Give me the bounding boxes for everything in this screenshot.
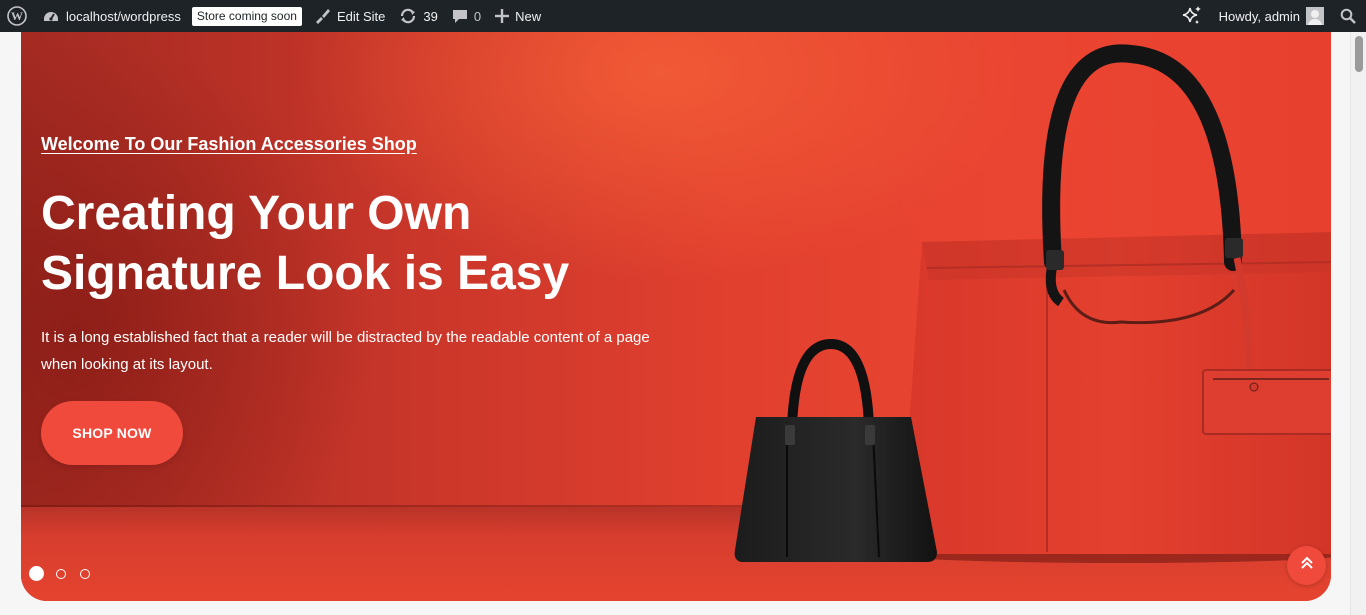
dashboard-icon bbox=[42, 7, 60, 25]
brush-icon bbox=[313, 7, 331, 25]
slider-dot-3[interactable] bbox=[80, 568, 90, 579]
comment-icon bbox=[452, 8, 468, 24]
sparkle-icon bbox=[1181, 5, 1203, 27]
headline-line-2: Signature Look is Easy bbox=[41, 247, 570, 300]
site-url-text: localhost/wordpress bbox=[66, 8, 181, 24]
hero-description: It is a long established fact that a rea… bbox=[41, 329, 650, 373]
scrollbar-thumb[interactable] bbox=[1355, 36, 1363, 72]
scroll-to-top-button[interactable] bbox=[1287, 546, 1326, 585]
welcome-link[interactable]: Welcome To Our Fashion Accessories Shop bbox=[41, 134, 417, 155]
updates-icon bbox=[399, 7, 417, 25]
new-label: New bbox=[515, 8, 542, 24]
site-name-link[interactable]: localhost/wordpress bbox=[35, 0, 188, 32]
handbags-image bbox=[734, 44, 1331, 563]
my-account-menu[interactable]: Howdy, admin bbox=[1215, 0, 1334, 32]
new-content-link[interactable]: New bbox=[488, 0, 548, 32]
admin-bar: W localhost/wordpress Store coming soon … bbox=[0, 0, 1366, 32]
updates-count: 39 bbox=[423, 8, 438, 24]
slider-dot-2[interactable] bbox=[56, 568, 66, 579]
search-icon bbox=[1340, 8, 1356, 24]
wordpress-menu[interactable]: W bbox=[0, 0, 35, 32]
slider-pagination bbox=[29, 566, 104, 581]
updates-link[interactable]: 39 bbox=[392, 0, 444, 32]
hero-slider: Welcome To Our Fashion Accessories Shop … bbox=[21, 32, 1331, 601]
hero-headline: Creating Your Own Signature Look is Easy bbox=[41, 184, 661, 304]
store-coming-soon-badge: Store coming soon bbox=[191, 6, 302, 26]
comments-link[interactable]: 0 bbox=[445, 0, 488, 32]
svg-text:W: W bbox=[11, 9, 23, 23]
howdy-text: Howdy, admin bbox=[1218, 8, 1300, 24]
ai-assistant-button[interactable] bbox=[1169, 0, 1215, 32]
double-chevron-up-icon bbox=[1299, 555, 1315, 576]
page-scrollbar[interactable] bbox=[1350, 32, 1366, 615]
headline-line-1: Creating Your Own bbox=[41, 187, 472, 240]
avatar bbox=[1306, 7, 1324, 25]
slider-dot-1[interactable] bbox=[29, 566, 44, 581]
edit-site-label: Edit Site bbox=[336, 8, 386, 24]
plus-icon bbox=[495, 9, 510, 23]
edit-site-link[interactable]: Edit Site bbox=[306, 0, 392, 32]
store-status[interactable]: Store coming soon bbox=[188, 0, 306, 32]
comments-count: 0 bbox=[473, 8, 482, 24]
wordpress-logo-icon: W bbox=[7, 6, 27, 26]
shop-now-button[interactable]: SHOP NOW bbox=[41, 401, 183, 465]
admin-search-button[interactable] bbox=[1334, 0, 1366, 32]
